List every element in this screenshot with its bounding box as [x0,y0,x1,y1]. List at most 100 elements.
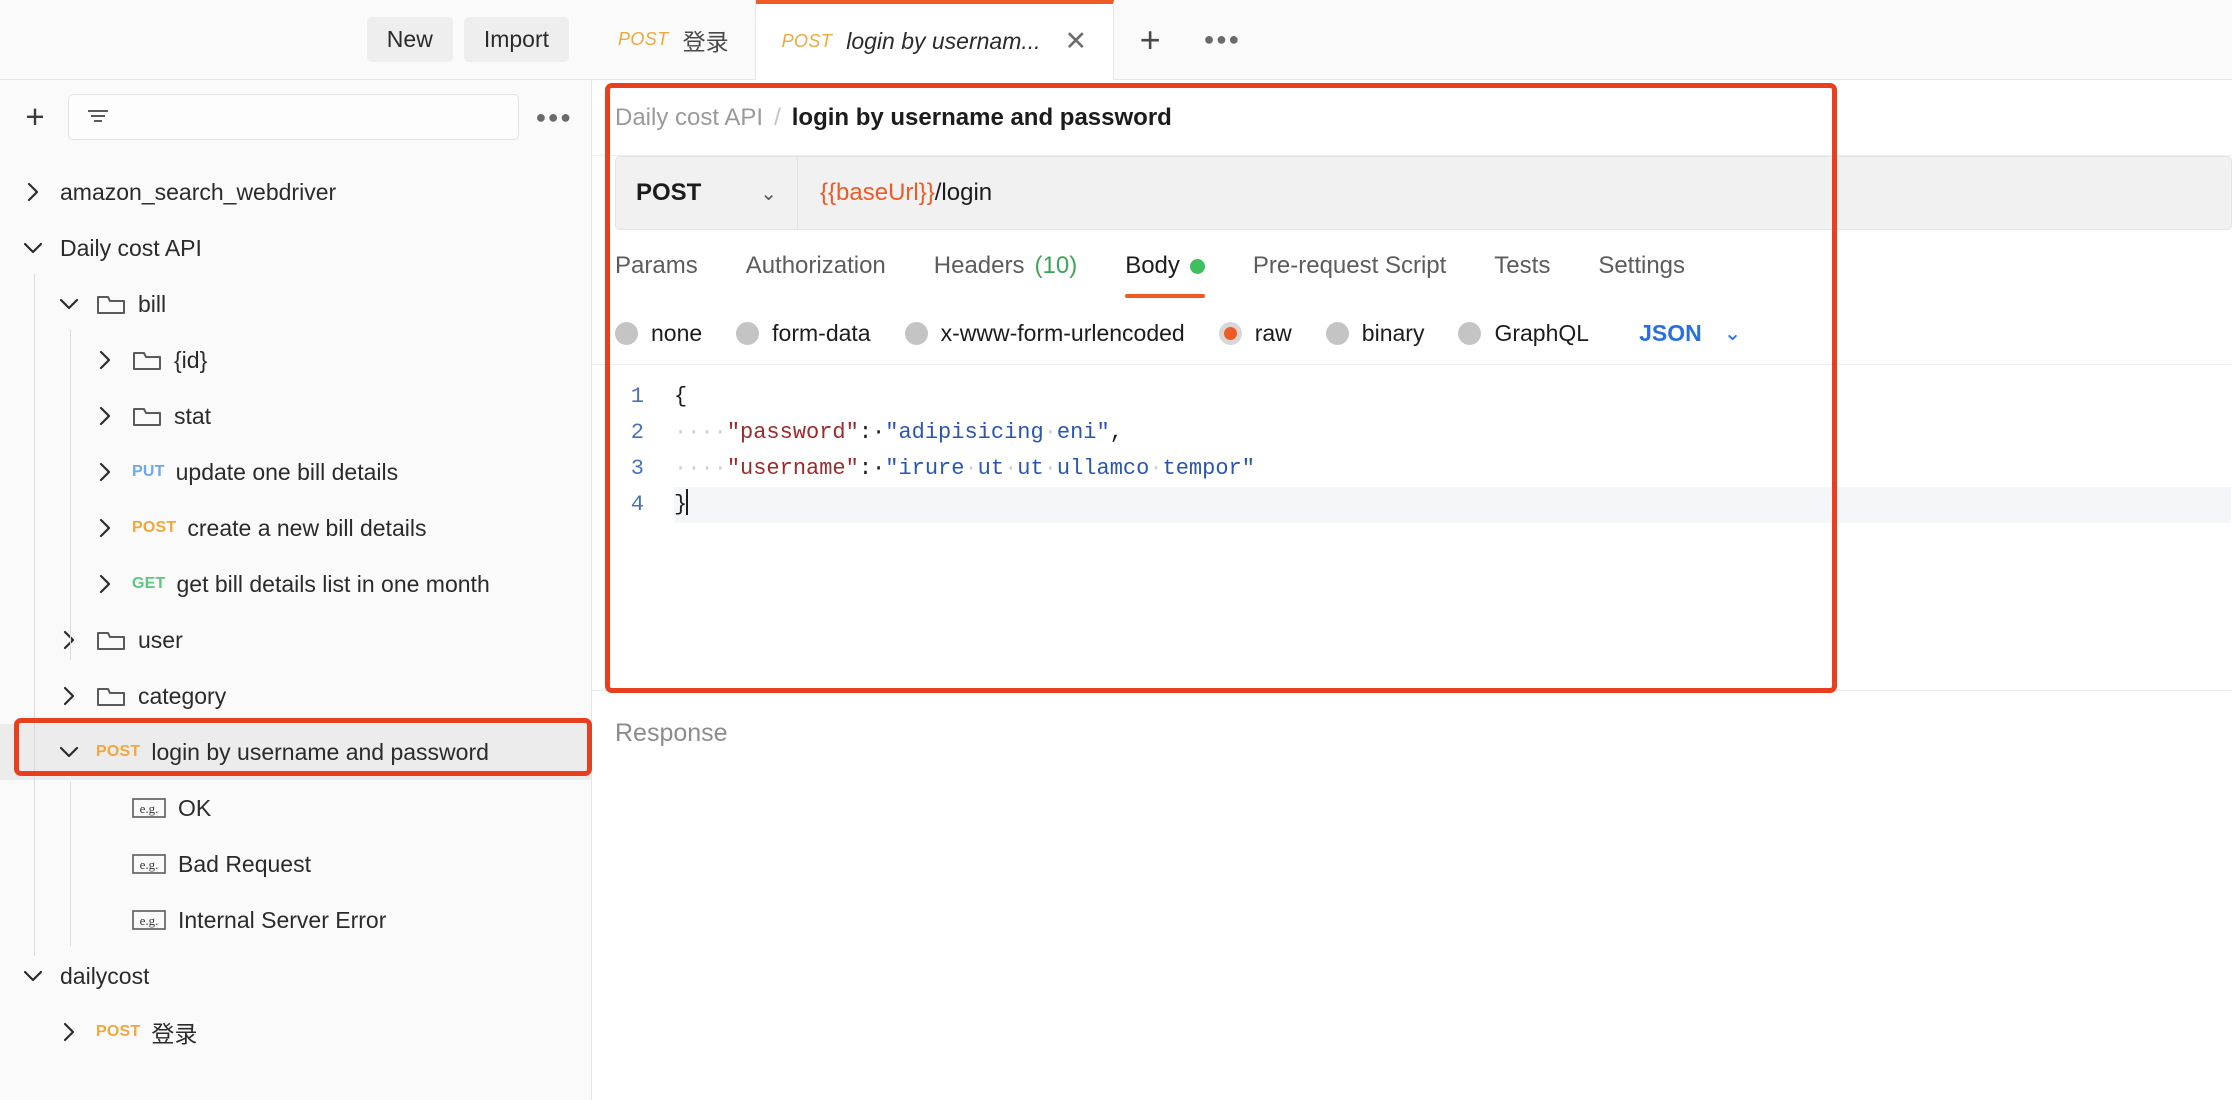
url-input[interactable]: {{baseUrl}}/login [797,156,2232,230]
tree-item-label: get bill details list in one month [176,570,490,597]
radio-icon[interactable] [1218,321,1242,345]
code-line[interactable]: { [674,379,2231,415]
tab-params[interactable]: Params [615,230,722,302]
tree-item-internal-server-error[interactable]: e.g. Internal Server Error [0,892,591,948]
radio-icon[interactable] [1325,321,1349,345]
tree-item-update-one-bill-details[interactable]: PUT update one bill details [0,444,591,500]
body-mode-form-data[interactable]: form-data [736,319,871,347]
tab-more-ellipsis-icon[interactable]: ●●● [1186,0,1258,79]
workspace-actions-bar: New Import [0,0,592,80]
http-method-select[interactable]: POST ⌄ [615,156,797,230]
sidebar-filter-input[interactable] [68,94,519,140]
tree-item-label: Bad Request [178,850,311,877]
body-mode-none[interactable]: none [615,320,702,347]
svg-text:e.g.: e.g. [140,801,159,816]
chevron-down-icon[interactable] [56,291,82,317]
raw-format-select[interactable]: JSON ⌄ [1639,320,1741,347]
breadcrumb-separator: / [774,103,781,131]
folder-icon [96,683,126,709]
method-badge: POST [96,743,141,760]
raw-format-value: JSON [1639,319,1702,346]
request-tab-bar: POST 登录 POST login by usernam... ✕ + ●●● [592,0,2232,80]
tree-item-label: stat [174,402,212,429]
new-tab-plus-icon[interactable]: + [1114,0,1186,79]
example-icon: e.g. [132,852,166,876]
code-punct: :· [858,420,886,445]
postman-app-window: New Import POST 登录 POST login by usernam… [0,0,2232,1100]
tree-item-amazon-search-webdriver[interactable]: amazon_search_webdriver [0,164,591,220]
url-variable: {{baseUrl}} [820,179,935,206]
code-line[interactable]: ····"password":·"adipisicing·eni", [674,415,2231,451]
method-badge: GET [132,575,166,592]
tree-item-login-by-username-and-password[interactable]: POST login by username and password [0,724,591,780]
request-tab-login-by-username[interactable]: POST login by usernam... ✕ [755,0,1115,80]
body-mode-graphql[interactable]: GraphQL [1458,320,1589,347]
tab-authorization[interactable]: Authorization [722,230,910,302]
chevron-right-icon[interactable] [92,403,118,429]
radio-icon[interactable] [615,321,638,345]
import-button[interactable]: Import [463,17,569,62]
tab-label: Authorization [745,252,886,279]
tree-item-create-a-new-bill-details[interactable]: POST create a new bill details [0,500,591,556]
body-mode-x-www-form-urlencoded[interactable]: x-www-form-urlencoded [904,320,1185,347]
tree-item-stat[interactable]: stat [0,388,591,444]
chevron-down-icon[interactable] [20,963,46,989]
tree-item-user[interactable]: user [0,612,591,668]
response-placeholder: Response [615,718,728,747]
sidebar-more-ellipsis-icon[interactable]: ●●● [531,107,577,128]
code-punct: , [1109,420,1123,445]
tree-item-label: login by username and password [151,738,489,765]
chevron-down-icon: ⌄ [760,182,777,205]
request-pane: Daily cost API / login by username and p… [592,80,2232,1100]
close-icon[interactable]: ✕ [1065,28,1088,55]
chevron-right-icon[interactable] [92,459,118,485]
tab-headers[interactable]: Headers (10) [910,230,1101,302]
chevron-right-icon[interactable] [92,571,118,597]
tab-tests[interactable]: Tests [1470,230,1574,302]
tree-item-label: OK [178,794,212,821]
code-line[interactable]: } [674,487,2231,523]
tree-guide-line [70,782,71,946]
radio-icon[interactable] [904,321,928,345]
tab-settings[interactable]: Settings [1574,230,1709,302]
body-mode-label: form-data [772,319,871,346]
tree-item-get-bill-details-list-in-one-month[interactable]: GET get bill details list in one month [0,556,591,612]
chevron-right-icon[interactable] [56,683,82,709]
request-tab-登录[interactable]: POST 登录 [592,0,756,79]
body-mode-raw[interactable]: raw [1218,320,1292,347]
collection-tree: amazon_search_webdriver Daily cost API bil… [0,154,591,1100]
editor-code-content[interactable]: {····"password":·"adipisicing·eni", ····"… [664,365,2231,690]
code-line[interactable]: ····"username":·"irure·ut·ut·ullamco·tem… [674,451,2231,487]
chevron-down-icon[interactable] [20,235,46,261]
new-button[interactable]: New [366,17,453,62]
body-mode-binary[interactable]: binary [1325,320,1424,347]
tree-item-daily-cost-api[interactable]: Daily cost API [0,220,591,276]
folder-icon [96,291,126,317]
breadcrumb-parent[interactable]: Daily cost API [615,104,763,132]
chevron-right-icon[interactable] [92,515,118,541]
tab-label: Headers [933,252,1025,279]
text-cursor [686,489,689,515]
plus-icon[interactable]: + [14,96,56,138]
radio-icon[interactable] [736,321,760,345]
tree-item-id[interactable]: {id} [0,332,591,388]
tab-body[interactable]: Body [1101,230,1229,302]
tab-pre-request-script[interactable]: Pre-request Script [1229,230,1470,302]
chevron-right-icon[interactable] [92,347,118,373]
method-badge: POST [132,519,177,536]
tree-item-ok[interactable]: e.g. OK [0,780,591,836]
tree-item-dailycost[interactable]: dailycost [0,948,591,1004]
tab-label: Settings [1598,252,1686,279]
chevron-right-icon[interactable] [56,1019,82,1045]
tree-item-[interactable]: POST 登录 [0,1004,591,1060]
chevron-down-icon[interactable] [56,739,82,765]
tree-item-category[interactable]: category [0,668,591,724]
body-code-editor[interactable]: 1234 {····"password":·"adipisicing·eni",… [592,364,2231,691]
tree-item-bill[interactable]: bill [0,276,591,332]
request-section-tabs: Params Authorization Headers (10) Body Pre-re… [592,230,2232,302]
tree-item-bad-request[interactable]: e.g. Bad Request [0,836,591,892]
indent-dots: ···· [674,456,727,481]
chevron-right-icon[interactable] [20,179,46,205]
chevron-right-icon[interactable] [56,627,82,653]
radio-icon[interactable] [1458,321,1482,345]
